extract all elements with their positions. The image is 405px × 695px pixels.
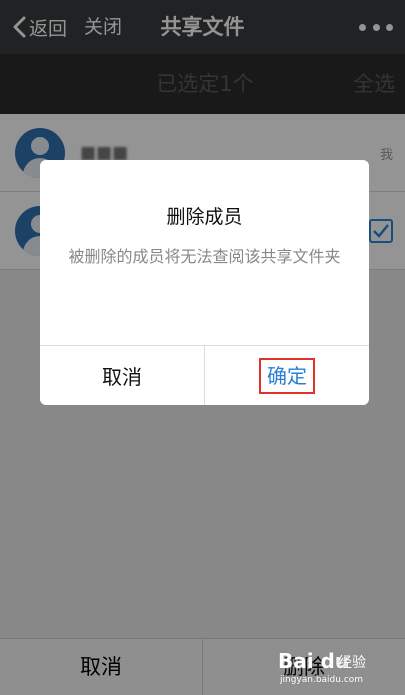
watermark-url: jingyan.baidu.com [280, 675, 364, 685]
dialog-message: 被删除的成员将无法查阅该共享文件夹 [68, 247, 341, 266]
dialog-confirm-button[interactable]: 确定 [204, 346, 369, 405]
dialog-cancel-button[interactable]: 取消 [40, 346, 204, 405]
dialog-title: 删除成员 [166, 206, 243, 228]
baidu-jingyan-watermark: Bai du 经验 jingyan.baidu.com [278, 647, 393, 691]
delete-member-dialog: 删除成员 被删除的成员将无法查阅该共享文件夹 取消 确定 [40, 160, 369, 405]
dialog-actions: 取消 确定 [40, 345, 369, 405]
watermark-text: 经验 [338, 655, 366, 671]
confirm-label: 确定 [259, 357, 315, 394]
